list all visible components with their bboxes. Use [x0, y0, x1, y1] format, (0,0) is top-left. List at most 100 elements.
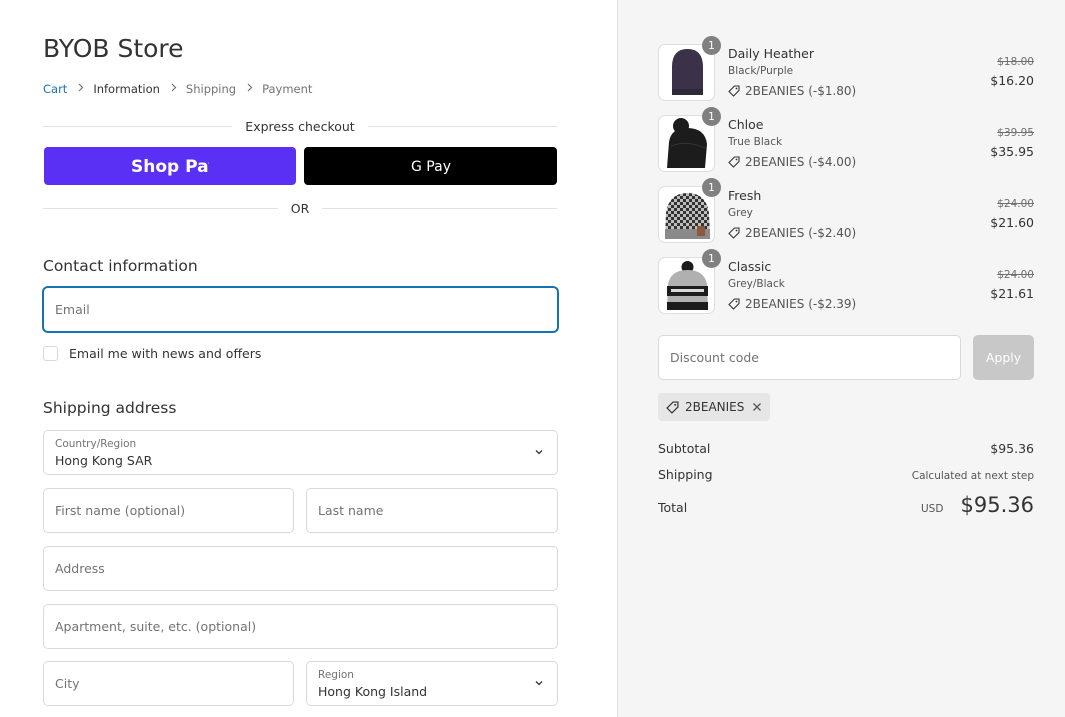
- tag-icon: [666, 400, 679, 414]
- item-name: Daily Heather: [728, 46, 815, 61]
- last-name-field[interactable]: Last name: [306, 488, 558, 533]
- address-field[interactable]: Address: [43, 546, 558, 591]
- cart-item: 1 Daily Heather Black/Purple 2BEANIES (-…: [658, 36, 1034, 102]
- chevron-down-icon: [535, 450, 543, 455]
- shipping-label: Shipping: [658, 467, 713, 482]
- or-divider: OR: [43, 201, 557, 216]
- shop-pay-button[interactable]: Shop Pay: [44, 147, 296, 185]
- item-discount: 2BEANIES (-$4.00): [728, 155, 856, 169]
- breadcrumb-shipping: Shipping: [185, 82, 237, 96]
- item-discount: 2BEANIES (-$1.80): [728, 84, 856, 98]
- item-price: $35.95: [990, 144, 1034, 159]
- apply-discount-button[interactable]: Apply: [973, 335, 1034, 380]
- item-discount-text: 2BEANIES (-$4.00): [745, 155, 857, 169]
- cart-item: 1 Fresh Grey 2BEANIES (-$2.40) $24.00 $2…: [658, 178, 1034, 244]
- quantity-badge: 1: [702, 36, 721, 55]
- item-discount: 2BEANIES (-$2.39): [728, 297, 856, 311]
- newsletter-label[interactable]: Email me with news and offers: [69, 346, 261, 361]
- close-icon[interactable]: [752, 402, 762, 412]
- item-name: Classic: [728, 259, 772, 274]
- product-thumbnail: 1: [658, 178, 721, 243]
- discount-code-input[interactable]: Discount code: [658, 335, 961, 380]
- item-variant: Black/Purple: [728, 65, 794, 77]
- or-label: OR: [290, 201, 310, 216]
- google-pay-logo-icon: G Pay: [411, 159, 451, 175]
- country-label: Country/Region: [55, 438, 137, 450]
- city-placeholder: City: [55, 676, 80, 691]
- apartment-field[interactable]: Apartment, suite, etc. (optional): [43, 604, 558, 649]
- total-label: Total: [658, 500, 688, 515]
- shipping-heading: Shipping address: [43, 399, 177, 417]
- item-discount: 2BEANIES (-$2.40): [728, 226, 856, 240]
- tag-icon: [728, 227, 740, 239]
- quantity-badge: 1: [702, 107, 721, 126]
- discount-code-placeholder: Discount code: [670, 350, 759, 365]
- checkout-form-panel: BYOB Store Cart Information Shipping Pay…: [0, 0, 617, 717]
- contact-heading: Contact information: [43, 257, 198, 275]
- cart-item: 1 Chloe True Black 2BEANIES (-$4.00) $39…: [658, 107, 1034, 173]
- tag-icon: [728, 298, 740, 310]
- product-thumbnail: 1: [658, 36, 721, 101]
- breadcrumb-payment: Payment: [262, 82, 313, 96]
- product-thumbnail: 1: [658, 107, 721, 172]
- apartment-placeholder: Apartment, suite, etc. (optional): [55, 619, 257, 634]
- total-currency: USD: [920, 503, 944, 515]
- city-field[interactable]: City: [43, 661, 294, 706]
- shipping-row: Shipping Calculated at next step: [658, 467, 1034, 482]
- total-value: $95.36: [960, 493, 1034, 517]
- breadcrumb: Cart Information Shipping Payment: [43, 81, 312, 97]
- item-old-price: $39.95: [997, 127, 1034, 139]
- newsletter-option: Email me with news and offers: [43, 346, 261, 361]
- region-value: Hong Kong Island: [318, 684, 428, 699]
- breadcrumb-information: Information: [93, 82, 160, 96]
- item-name: Chloe: [728, 117, 764, 132]
- item-old-price: $24.00: [997, 269, 1034, 281]
- store-title[interactable]: BYOB Store: [43, 34, 184, 63]
- first-name-field[interactable]: First name (optional): [43, 488, 294, 533]
- shop-pay-logo-text: Shop Pay: [131, 157, 209, 176]
- express-checkout-label: Express checkout: [245, 119, 355, 134]
- item-name: Fresh: [728, 188, 762, 203]
- express-checkout-divider: Express checkout: [43, 119, 557, 134]
- google-pay-logo-text: G Pay: [411, 159, 451, 175]
- email-placeholder: Email: [55, 302, 90, 317]
- breadcrumb-cart[interactable]: Cart: [43, 82, 67, 96]
- item-discount-text: 2BEANIES (-$2.39): [745, 297, 857, 311]
- address-placeholder: Address: [55, 561, 105, 576]
- item-discount-text: 2BEANIES (-$2.40): [745, 226, 857, 240]
- tag-icon: [728, 85, 740, 97]
- country-select[interactable]: Country/Region Hong Kong SAR: [43, 430, 558, 475]
- email-field[interactable]: Email: [43, 287, 558, 332]
- item-old-price: $24.00: [997, 198, 1034, 210]
- item-price: $16.20: [990, 73, 1034, 88]
- item-price: $21.60: [990, 215, 1034, 230]
- chevron-down-icon: [535, 681, 543, 686]
- subtotal-value: $95.36: [990, 441, 1034, 456]
- item-old-price: $18.00: [997, 56, 1034, 68]
- cart-item: 1 Classic Grey/Black 2BEANIES (-$2.39) $…: [658, 249, 1034, 315]
- item-discount-text: 2BEANIES (-$1.80): [745, 84, 857, 98]
- first-name-placeholder: First name (optional): [55, 503, 186, 518]
- item-variant: Grey/Black: [728, 278, 785, 290]
- tag-icon: [728, 156, 740, 168]
- product-thumbnail: 1: [658, 249, 721, 314]
- newsletter-checkbox[interactable]: [43, 346, 58, 361]
- chevron-right-icon: [78, 83, 84, 95]
- item-variant: Grey: [728, 207, 753, 219]
- shipping-value: Calculated at next step: [911, 470, 1034, 482]
- region-label: Region: [318, 669, 354, 681]
- google-pay-button[interactable]: G Pay: [304, 147, 557, 185]
- applied-discount-chip: 2BEANIES: [658, 393, 771, 421]
- applied-discount-code: 2BEANIES: [685, 400, 745, 414]
- country-value: Hong Kong SAR: [55, 453, 153, 468]
- chevron-right-icon: [171, 83, 177, 95]
- item-price: $21.61: [990, 286, 1034, 301]
- chevron-right-icon: [247, 83, 253, 95]
- subtotal-label: Subtotal: [658, 441, 711, 456]
- quantity-badge: 1: [702, 178, 721, 197]
- item-variant: True Black: [728, 136, 783, 148]
- shop-pay-logo-icon: Shop Pay: [131, 157, 209, 176]
- region-select[interactable]: Region Hong Kong Island: [306, 661, 558, 706]
- quantity-badge: 1: [702, 249, 721, 268]
- total-row: Total USD $95.36: [658, 493, 1034, 517]
